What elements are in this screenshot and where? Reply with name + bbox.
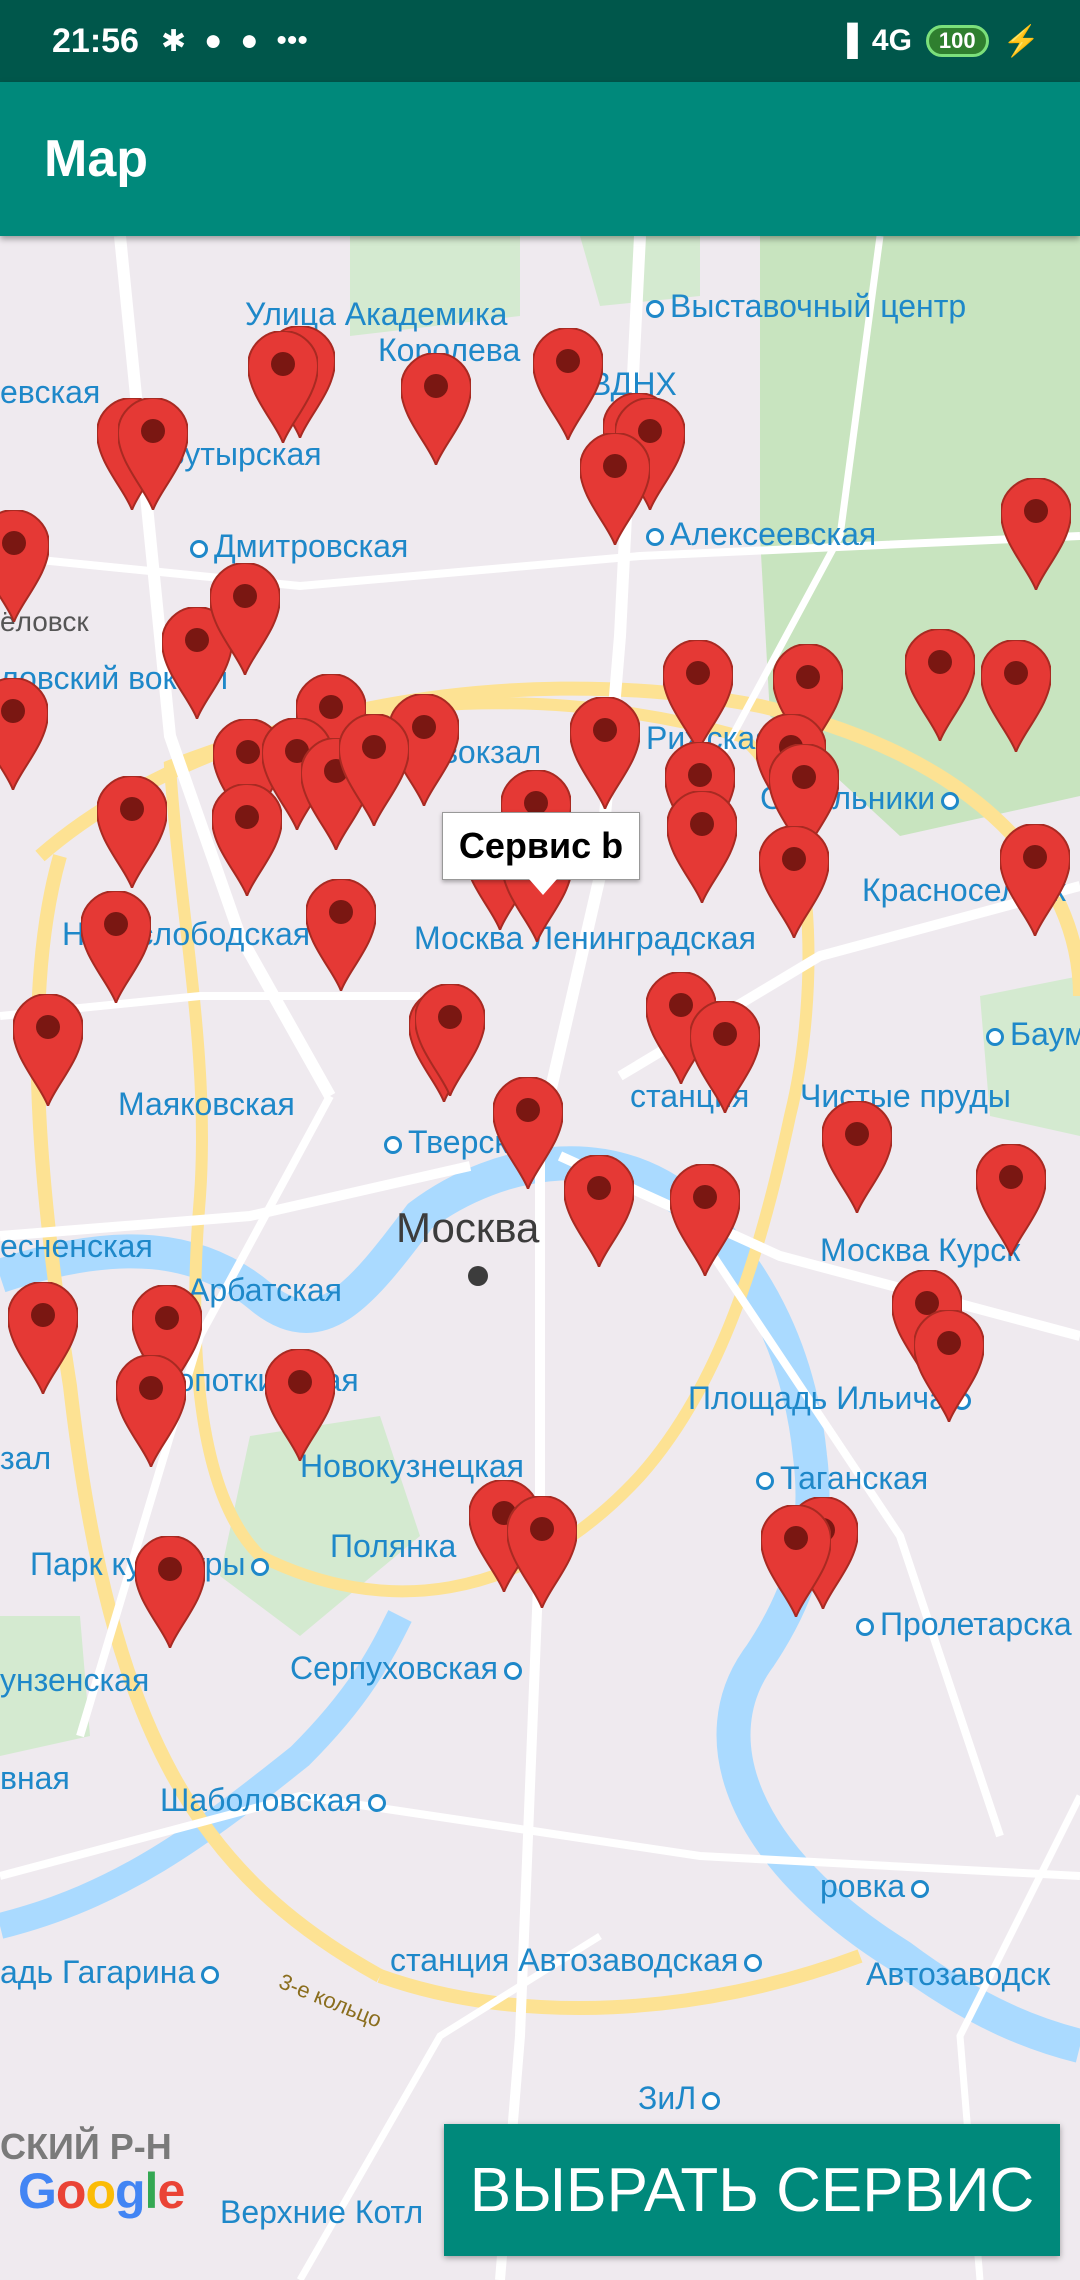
label-proletarskaya: Пролетарска [850, 1606, 1072, 1643]
label-baumanskaya: Баум [980, 1016, 1080, 1053]
page-title: Map [44, 130, 148, 188]
select-service-button[interactable]: ВЫБРАТЬ СЕРВИС [444, 2124, 1060, 2256]
city-center-marker [468, 1266, 488, 1286]
metro-icon [367, 1793, 386, 1812]
label-vokzal: зал [0, 1440, 52, 1476]
map-marker-pin[interactable] [248, 331, 318, 443]
label-savelovskaya: евская [0, 374, 101, 410]
metro-icon [384, 1135, 402, 1154]
map-marker-pin[interactable] [0, 678, 48, 790]
map-marker-pin[interactable] [976, 1144, 1046, 1256]
map-marker-pin[interactable] [1000, 824, 1070, 936]
map-marker-pin[interactable] [415, 984, 485, 1096]
map-marker-pin[interactable] [306, 879, 376, 991]
label-kotly: Верхние Котл [220, 2194, 424, 2230]
map-marker-pin[interactable] [570, 697, 640, 809]
status-time: 21:56 [52, 21, 139, 60]
map-marker-pin[interactable] [761, 1505, 831, 1617]
metro-icon [756, 1471, 774, 1490]
label-avtozavodskaya-station: станция Автозаводская [390, 1942, 768, 1979]
map-marker-pin[interactable] [564, 1155, 634, 1267]
label-serpukhovskaya: Серпуховская [290, 1650, 528, 1687]
label-taganskaya: Таганская [750, 1460, 928, 1497]
map-marker-pin[interactable] [81, 891, 151, 1003]
metro-icon [646, 299, 664, 318]
map-marker-pin[interactable] [493, 1077, 563, 1189]
metro-icon [251, 1557, 270, 1576]
label-krutitskoe: ровка [820, 1868, 935, 1905]
metro-icon [201, 1965, 220, 1984]
map-marker-pin[interactable] [265, 1349, 335, 1461]
label-vystavochny: Выставочный центр [640, 288, 966, 325]
more-icon: ••• [276, 24, 308, 57]
metro-icon [986, 1027, 1004, 1046]
label-avtozavodskaya: Автозаводск [866, 1956, 1051, 1992]
charging-icon: ⚡ [1002, 24, 1040, 58]
metro-icon [941, 791, 960, 810]
map-marker-pin[interactable] [690, 1001, 760, 1113]
app-bar: Map [0, 82, 1080, 236]
map-marker-pin[interactable] [210, 563, 280, 675]
map-marker-pin[interactable] [759, 826, 829, 938]
label-arbatskaya: Арбатская [188, 1272, 342, 1308]
google-logo: Google [18, 2163, 185, 2219]
metro-icon [744, 1953, 763, 1972]
map-marker-pin[interactable] [822, 1101, 892, 1213]
label-polyanka: Полянка [330, 1528, 457, 1564]
map-marker-pin[interactable] [981, 640, 1051, 752]
label-frunzenskaya: унзенская [0, 1662, 150, 1698]
map-marker-pin[interactable] [118, 398, 188, 510]
label-vnaya: вная [0, 1760, 70, 1796]
bluetooth-icon: ✱ [160, 24, 187, 58]
map-marker-pin[interactable] [1001, 478, 1071, 590]
map-marker-pin[interactable] [135, 1536, 205, 1648]
map-marker-pin[interactable] [905, 629, 975, 741]
map-marker-pin[interactable] [507, 1496, 577, 1608]
label-shabolovskaya: Шаболовская [160, 1782, 392, 1819]
label-gagarina: адь Гагарина [0, 1954, 225, 1991]
label-moskva: Москва [396, 1204, 540, 1251]
map-marker-pin[interactable] [914, 1310, 984, 1422]
map-marker-pin[interactable] [667, 791, 737, 903]
map-marker-pin[interactable] [116, 1355, 186, 1467]
map-marker-pin[interactable] [97, 776, 167, 888]
map-marker-pin[interactable] [13, 994, 83, 1106]
map-marker-pin[interactable] [0, 510, 49, 622]
status-bar: 21:56 ✱ ● ● ••• ▐ 4G 100 ⚡ [0, 0, 1080, 82]
label-mayakovskaya: Маяковская [118, 1086, 295, 1122]
battery-indicator: 100 [925, 25, 989, 57]
map-marker-pin[interactable] [339, 714, 409, 826]
marker-tooltip: Сервис b [442, 812, 640, 895]
label-zil: ЗиЛ [638, 2080, 726, 2117]
metro-icon [856, 1617, 874, 1636]
map-marker-pin[interactable] [663, 640, 733, 752]
metro-icon [702, 2091, 721, 2110]
map-marker-pin[interactable] [670, 1164, 740, 1276]
metro-icon [911, 1879, 930, 1898]
metro-icon [503, 1661, 522, 1680]
map-marker-pin[interactable] [212, 784, 282, 896]
chat-icon: ● [204, 24, 223, 57]
signal-icon: ▐ [836, 24, 858, 57]
chat-icon: ● [240, 24, 259, 57]
map-marker-pin[interactable] [8, 1282, 78, 1394]
network-type: 4G [871, 24, 912, 57]
map-marker-pin[interactable] [401, 353, 471, 465]
map-marker-pin[interactable] [580, 433, 650, 545]
label-dmitrovskaya: Дмитровская [184, 528, 408, 565]
label-presnenskaya: есненская [0, 1228, 153, 1264]
metro-icon [190, 539, 208, 558]
map-marker-pin[interactable] [533, 328, 603, 440]
map-view[interactable]: Улица Академика Королева Выставочный цен… [0, 236, 1080, 2280]
label-alekseevskaya: Алексеевская [640, 516, 876, 553]
